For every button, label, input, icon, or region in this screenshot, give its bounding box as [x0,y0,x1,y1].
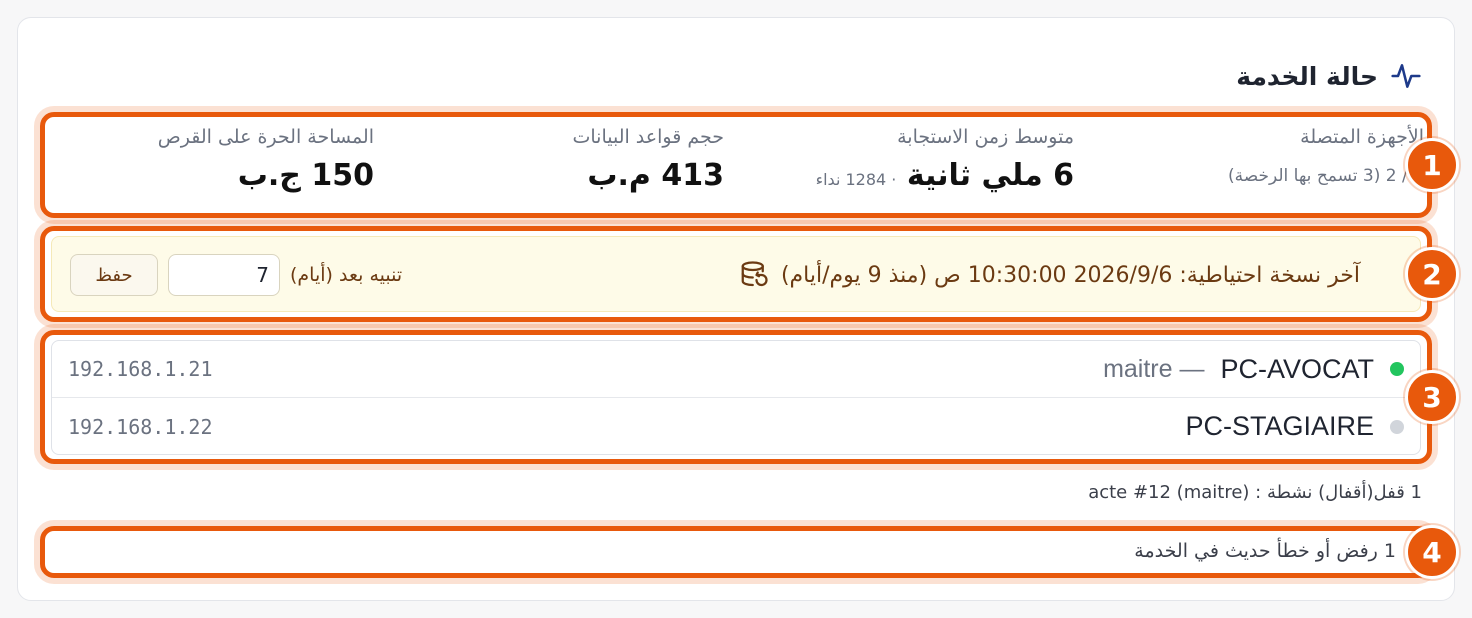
annotation-badge-4: 4 [1405,525,1459,579]
annotation-frame-1 [40,112,1432,218]
section-title: حالة الخدمة [1236,61,1378,91]
pulse-icon [1390,60,1422,92]
annotation-badge-3: 3 [1405,370,1459,424]
section-header: حالة الخدمة [1236,58,1422,94]
annotation-badge-2: 2 [1405,247,1459,301]
active-locks-text: 1 قفل(أقفال) نشطة : acte #12 (maitre) [1088,482,1422,503]
annotation-frame-3 [40,330,1432,464]
annotation-badge-1: 1 [1405,138,1459,192]
annotation-frame-2 [40,226,1432,322]
annotation-frame-4 [40,526,1432,578]
